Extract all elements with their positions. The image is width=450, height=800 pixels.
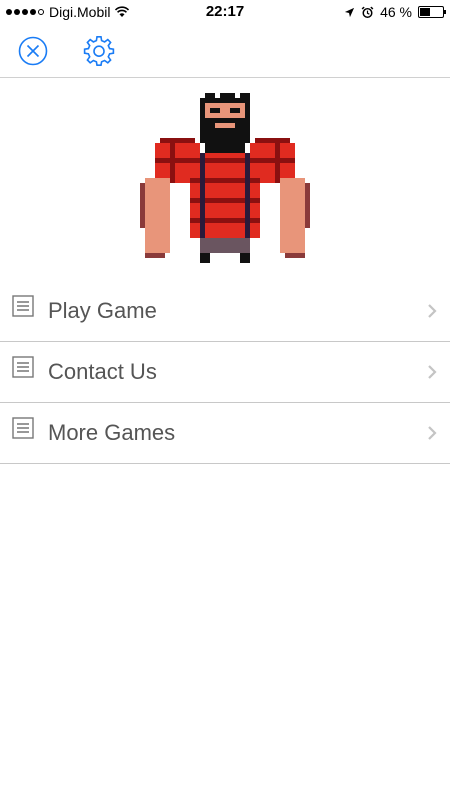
document-icon — [12, 295, 34, 317]
document-icon — [12, 417, 34, 439]
menu-item-label: Play Game — [48, 298, 157, 323]
nav-bar — [0, 24, 450, 78]
location-arrow-icon — [344, 7, 355, 17]
lumberjack-character-image — [140, 93, 310, 263]
hero-area — [0, 78, 450, 278]
menu-item-label: More Games — [48, 420, 176, 445]
battery-percent: 46 % — [380, 4, 412, 20]
chevron-right-icon — [428, 426, 437, 440]
status-bar: Digi.Mobil 22:17 46 % — [0, 0, 450, 24]
menu-item-label: Contact Us — [48, 359, 157, 384]
alarm-clock-icon — [361, 6, 374, 18]
menu-item-contact-us[interactable]: Contact Us — [0, 342, 450, 403]
gear-icon — [83, 35, 115, 66]
close-button[interactable] — [17, 35, 49, 67]
chevron-right-icon — [428, 304, 437, 318]
main-menu: Play Game Contact Us More Games — [0, 281, 450, 464]
document-icon — [12, 356, 34, 378]
close-circle-icon — [18, 36, 48, 66]
menu-item-more-games[interactable]: More Games — [0, 403, 450, 464]
battery-icon — [418, 6, 446, 18]
battery-fill — [420, 8, 430, 16]
settings-button[interactable] — [83, 35, 115, 67]
chevron-right-icon — [428, 365, 437, 379]
menu-item-play-game[interactable]: Play Game — [0, 281, 450, 342]
status-right: 46 % — [344, 4, 446, 20]
